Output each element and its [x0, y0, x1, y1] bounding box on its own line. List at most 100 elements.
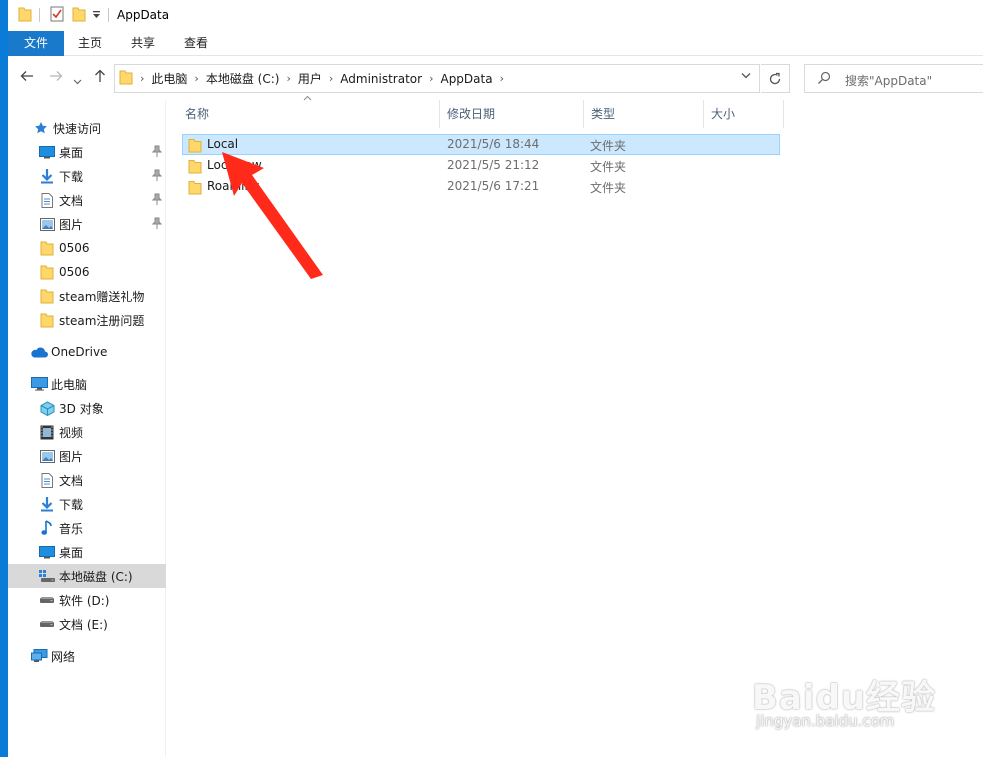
- breadcrumb-users[interactable]: 用户: [292, 70, 328, 87]
- cloud-icon: [30, 344, 48, 360]
- up-button[interactable]: [90, 68, 110, 88]
- back-button[interactable]: [17, 68, 37, 88]
- chevron-down-icon: [73, 79, 81, 85]
- folder-icon: [38, 240, 56, 256]
- customize-toolbar-icon[interactable]: [92, 9, 101, 23]
- nav-quick-folder-steam-gift[interactable]: steam赠送礼物: [8, 284, 166, 308]
- star-icon: [32, 120, 50, 136]
- file-modified: 2021/5/6 18:44: [447, 137, 540, 151]
- nav-quick-downloads[interactable]: 下载: [8, 164, 166, 188]
- new-folder-icon[interactable]: [72, 6, 86, 25]
- file-row-roaming[interactable]: Roaming 2021/5/6 17:21 文件夹: [182, 176, 780, 197]
- nav-network[interactable]: 网络: [8, 644, 166, 668]
- address-bar[interactable]: › 此电脑 › 本地磁盘 (C:) › 用户 › Administrator ›…: [114, 64, 760, 93]
- folder-icon: [188, 159, 202, 177]
- computer-icon: [30, 376, 48, 392]
- column-header-size[interactable]: 大小: [704, 100, 784, 128]
- music-icon: [38, 520, 56, 536]
- network-icon: [30, 648, 48, 664]
- tab-home[interactable]: 主页: [70, 31, 110, 56]
- breadcrumb-this-pc[interactable]: 此电脑: [145, 70, 193, 87]
- pin-icon[interactable]: [151, 217, 163, 232]
- forward-button[interactable]: [46, 68, 66, 88]
- folder-icon: [38, 312, 56, 328]
- nav-pictures[interactable]: 图片: [8, 444, 166, 468]
- nav-3d-objects[interactable]: 3D 对象: [8, 396, 166, 420]
- desktop-icon: [38, 544, 56, 560]
- file-type: 文件夹: [590, 181, 627, 195]
- pin-icon[interactable]: [151, 169, 163, 184]
- breadcrumb-local-disk[interactable]: 本地磁盘 (C:): [200, 70, 286, 87]
- picture-icon: [38, 448, 56, 464]
- 3d-objects-icon: [38, 400, 56, 416]
- search-placeholder: 搜索"AppData": [845, 74, 933, 88]
- pin-icon[interactable]: [151, 145, 163, 160]
- properties-icon[interactable]: [50, 6, 64, 25]
- nav-downloads[interactable]: 下载: [8, 492, 166, 516]
- folder-icon: [38, 288, 56, 304]
- desktop-icon: [38, 144, 56, 160]
- column-header-type[interactable]: 类型: [584, 100, 704, 128]
- nav-quick-access[interactable]: 快速访问: [8, 116, 166, 140]
- search-input[interactable]: 搜索"AppData": [804, 64, 983, 93]
- drive-icon: [38, 616, 56, 632]
- breadcrumb-administrator[interactable]: Administrator: [334, 72, 428, 86]
- column-header-name[interactable]: 名称: [178, 100, 440, 128]
- nav-videos[interactable]: 视频: [8, 420, 166, 444]
- folder-icon: [38, 264, 56, 280]
- tab-share[interactable]: 共享: [123, 31, 163, 56]
- pin-icon[interactable]: [151, 193, 163, 208]
- baidu-jingyan-watermark: Baidu经验 jingyan.baidu.com: [752, 650, 952, 750]
- file-modified: 2021/5/5 21:12: [447, 158, 540, 172]
- refresh-icon: [769, 72, 781, 85]
- nav-this-pc[interactable]: 此电脑: [8, 372, 166, 396]
- nav-music[interactable]: 音乐: [8, 516, 166, 540]
- tab-view[interactable]: 查看: [176, 31, 216, 56]
- nav-quick-desktop[interactable]: 桌面: [8, 140, 166, 164]
- nav-quick-folder-steam-register[interactable]: steam注册问题: [8, 308, 166, 332]
- nav-onedrive[interactable]: OneDrive: [8, 340, 166, 364]
- toolbar-divider: [39, 8, 40, 22]
- watermark-url: jingyan.baidu.com: [756, 712, 895, 730]
- window-left-edge: [0, 0, 8, 757]
- file-name: Roaming: [207, 179, 260, 193]
- arrow-right-icon: [50, 71, 63, 81]
- nav-local-disk-c[interactable]: 本地磁盘 (C:): [8, 564, 166, 588]
- file-name: Local: [207, 137, 239, 151]
- nav-quick-pictures[interactable]: 图片: [8, 212, 166, 236]
- search-icon: [817, 71, 831, 88]
- folder-icon: [119, 69, 133, 88]
- folder-icon: [188, 180, 202, 198]
- toolbar-divider: [108, 8, 109, 22]
- title-bar: AppData: [8, 0, 983, 31]
- tab-file[interactable]: 文件: [8, 31, 64, 56]
- folder-icon: [18, 6, 32, 25]
- system-drive-icon: [38, 568, 56, 584]
- nav-quick-documents[interactable]: 文档: [8, 188, 166, 212]
- arrow-up-icon: [95, 69, 105, 82]
- chevron-down-icon: [741, 73, 751, 79]
- nav-documents[interactable]: 文档: [8, 468, 166, 492]
- address-history-button[interactable]: [741, 71, 751, 82]
- download-icon: [38, 496, 56, 512]
- nav-quick-folder-0506[interactable]: 0506: [8, 236, 166, 260]
- recent-locations-button[interactable]: [70, 70, 84, 90]
- nav-quick-folder-0506[interactable]: 0506: [8, 260, 166, 284]
- download-icon: [38, 168, 56, 184]
- video-icon: [38, 424, 56, 440]
- navigation-pane: 快速访问 桌面 下载 文档 图片 0506 0506 steam赠送礼物 ste…: [8, 100, 166, 757]
- window-title: AppData: [117, 8, 170, 22]
- arrow-left-icon: [20, 71, 33, 81]
- nav-desktop[interactable]: 桌面: [8, 540, 166, 564]
- file-type: 文件夹: [590, 160, 627, 174]
- nav-drive-d[interactable]: 软件 (D:): [8, 588, 166, 612]
- column-header-modified[interactable]: 修改日期: [440, 100, 584, 128]
- file-type: 文件夹: [590, 139, 627, 153]
- file-row-locallow[interactable]: LocalLow 2021/5/5 21:12 文件夹: [182, 155, 780, 176]
- breadcrumb-appdata[interactable]: AppData: [434, 72, 498, 86]
- document-icon: [38, 472, 56, 488]
- file-row-local[interactable]: Local 2021/5/6 18:44 文件夹: [182, 134, 780, 155]
- nav-drive-e[interactable]: 文档 (E:): [8, 612, 166, 636]
- breadcrumb-separator[interactable]: ›: [499, 72, 505, 85]
- refresh-button[interactable]: [761, 64, 790, 93]
